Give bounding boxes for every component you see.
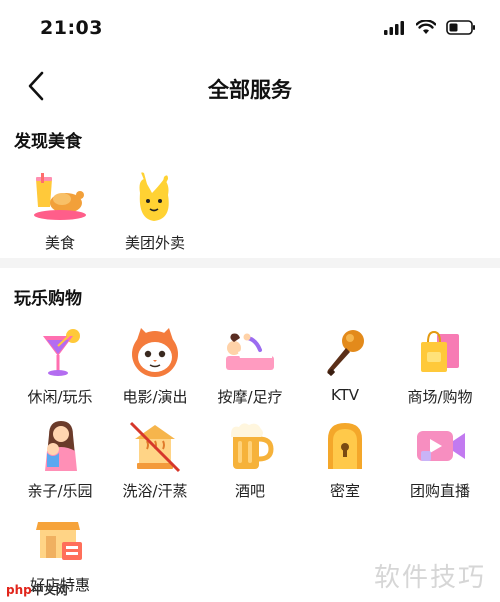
wifi-icon	[416, 20, 436, 34]
service-food[interactable]: 美食	[12, 170, 108, 262]
service-label: 休闲/玩乐	[27, 388, 93, 406]
service-mall-shopping[interactable]: 商场/购物	[392, 324, 488, 416]
service-label: 电影/演出	[122, 388, 188, 406]
service-label: 商场/购物	[407, 388, 473, 406]
service-leisure[interactable]: 休闲/玩乐	[12, 324, 108, 416]
page-title: 全部服务	[208, 78, 292, 102]
service-movie[interactable]: 电影/演出	[107, 324, 203, 416]
service-label: 洗浴/汗蒸	[122, 482, 188, 500]
mother-child-icon	[45, 421, 77, 471]
door-lock-icon	[328, 423, 362, 469]
cat-face-icon	[132, 328, 178, 377]
service-massage[interactable]: 按摩/足疗	[202, 324, 298, 416]
service-label: 美团外卖	[124, 234, 185, 252]
service-escape-room[interactable]: 密室	[297, 418, 393, 510]
status-icons	[384, 20, 476, 35]
service-label: 密室	[329, 482, 360, 500]
microphone-icon	[327, 330, 364, 376]
battery-icon	[446, 20, 475, 35]
kangaroo-mascot-icon	[139, 172, 169, 221]
service-label: 亲子/乐园	[27, 482, 93, 500]
service-bath-sauna[interactable]: 洗浴/汗蒸	[107, 418, 203, 510]
service-meituan-waimai[interactable]: 美团外卖	[107, 170, 203, 262]
watermark-logo: php中文网	[6, 583, 68, 597]
nav-bar: 全部服务	[0, 58, 500, 116]
store-deal-icon	[36, 522, 82, 560]
status-bar: 21:03	[0, 0, 500, 58]
service-bar[interactable]: 酒吧	[202, 418, 298, 510]
section-divider	[0, 258, 500, 268]
service-ktv[interactable]: KTV	[297, 324, 393, 416]
service-parent-child[interactable]: 亲子/乐园	[12, 418, 108, 510]
service-group-live[interactable]: 团购直播	[392, 418, 488, 510]
service-label: 美食	[44, 234, 75, 252]
bath-house-icon	[129, 421, 181, 473]
video-camera-icon	[417, 431, 465, 461]
food-icon	[34, 173, 86, 220]
watermark-text: 软件技巧	[373, 563, 486, 593]
service-label: 酒吧	[234, 482, 265, 500]
status-time: 21:03	[40, 17, 103, 39]
massage-icon	[226, 333, 274, 370]
service-label: 团购直播	[409, 482, 470, 500]
cocktail-icon	[43, 329, 80, 376]
beer-mug-icon	[231, 423, 274, 469]
section-title-fun-shopping: 玩乐购物	[14, 289, 82, 309]
service-label: KTV	[330, 386, 360, 404]
section-title-food: 发现美食	[14, 132, 82, 152]
service-label: 按摩/足疗	[217, 388, 283, 406]
shopping-bag-icon	[421, 330, 459, 372]
signal-icon	[384, 20, 404, 35]
